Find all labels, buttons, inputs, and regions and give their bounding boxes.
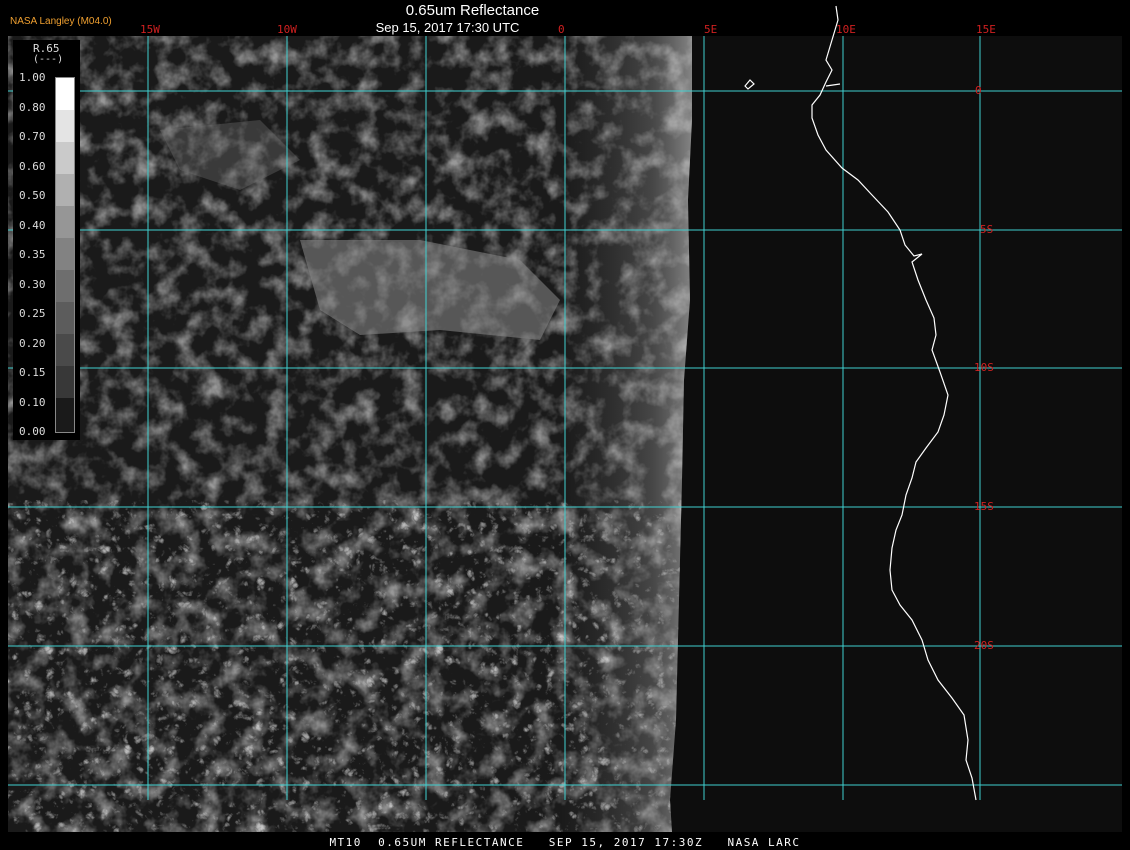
lon-label-15w: 15W: [140, 23, 160, 36]
legend-unit: (---): [33, 54, 64, 65]
legend-tick: 0.50: [19, 189, 46, 202]
legend-tick: 0.60: [19, 159, 46, 173]
legend-colorbar: [55, 77, 75, 433]
satellite-imagery: [8, 36, 692, 832]
lon-label-10e: 10E: [836, 23, 856, 36]
lat-label-20s: 20S: [974, 639, 994, 652]
lat-label-5s: 5S: [980, 223, 994, 236]
product-title: 0.65um Reflectance: [405, 2, 540, 19]
satellite-map: [8, 5, 1122, 832]
lon-label-10w: 10W: [277, 23, 297, 36]
legend-tick: 0.70: [19, 130, 46, 143]
lon-label-0: 0: [558, 23, 565, 36]
lon-label-5e: 5E: [704, 23, 718, 36]
legend-tick: 0.30: [19, 277, 46, 291]
legend-tick: 0.00: [19, 425, 46, 438]
legend-tick: 0.35: [19, 248, 46, 261]
reflectance-legend: R.65 (---) 1.00 0.80 0.70 0.60 0.50 0.40…: [13, 40, 80, 440]
legend-tick: 0.10: [19, 395, 46, 409]
lat-label-10s: 10S: [974, 361, 994, 374]
legend-tick: 0.80: [19, 100, 46, 114]
legend-tick: 0.40: [19, 218, 46, 232]
legend-tick: 0.15: [19, 366, 46, 379]
legend-tick: 0.20: [19, 336, 46, 350]
lon-label-15e: 15E: [976, 23, 996, 36]
lat-label-0: 0: [975, 84, 982, 97]
satellite-image-viewer: NASA Langley (M04.0) 0.65um Reflectance …: [0, 0, 1130, 850]
observation-timestamp: Sep 15, 2017 17:30 UTC: [375, 20, 520, 35]
legend-tick: 0.25: [19, 307, 46, 320]
legend-tick: 1.00: [19, 71, 46, 84]
footer-caption: MT10 0.65UM REFLECTANCE SEP 15, 2017 17:…: [329, 836, 801, 849]
lat-label-15s: 15S: [974, 500, 994, 513]
